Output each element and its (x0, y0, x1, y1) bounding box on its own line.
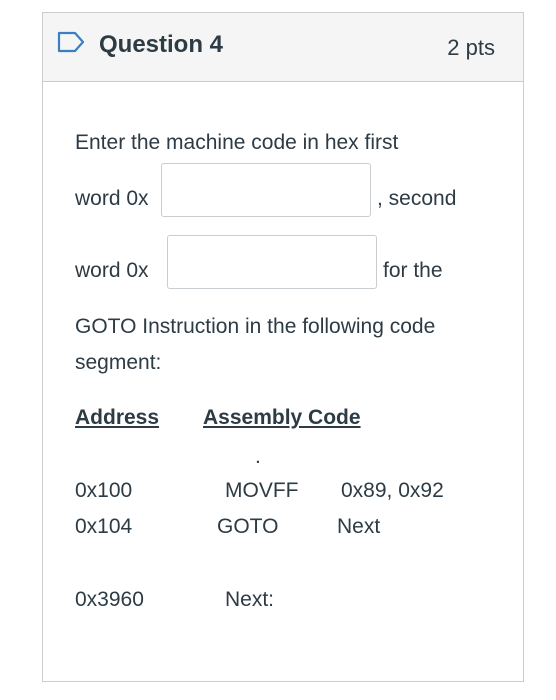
question-card: Question 4 2 pts Enter the machine code … (42, 12, 524, 682)
row-operands: Next (337, 515, 381, 538)
bookmark-flag-icon[interactable] (57, 31, 85, 53)
row-address: 0x100 (75, 479, 133, 502)
row-address: 0x104 (75, 515, 133, 538)
assembly-header: Assembly Code (203, 406, 361, 429)
address-header: Address (75, 406, 160, 429)
row-address: 0x3960 (75, 588, 144, 611)
row-instruction: MOVFF (225, 479, 299, 502)
second-word-input[interactable] (167, 235, 377, 289)
row-operands: 0x89, 0x92 (341, 479, 444, 502)
question-header: Question 4 2 pts (43, 13, 523, 82)
first-word-suffix: , second (377, 187, 457, 210)
first-word-prefix: word 0x (75, 187, 149, 210)
question-points: 2 pts (447, 35, 495, 60)
prompt-line-5: segment: (75, 351, 162, 374)
question-title: Question 4 (99, 31, 224, 58)
row-instruction: GOTO (217, 515, 279, 538)
first-word-input[interactable] (161, 163, 371, 217)
second-word-prefix: word 0x (75, 259, 149, 282)
second-word-suffix: for the (383, 259, 443, 282)
prompt-line-1: Enter the machine code in hex first (75, 131, 399, 154)
code-ellipsis: . (255, 445, 261, 468)
row-instruction: Next: (225, 588, 275, 611)
prompt-line-4: GOTO Instruction in the following code (75, 315, 436, 338)
